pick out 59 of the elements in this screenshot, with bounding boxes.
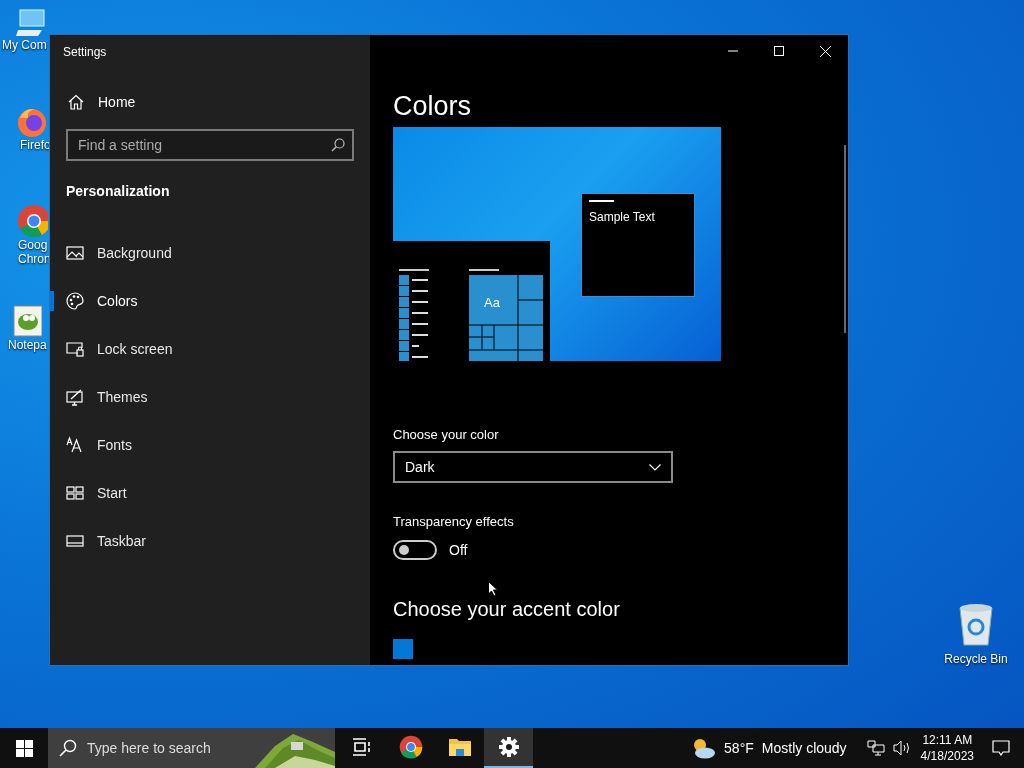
home-icon xyxy=(68,94,84,110)
search-icon xyxy=(331,138,345,152)
toggle-switch[interactable] xyxy=(393,540,437,560)
icon-label: Goog xyxy=(18,238,48,252)
time: 12:11 AM xyxy=(922,732,973,748)
icon-label: Recycle Bin xyxy=(944,652,1008,666)
scrollbar[interactable] xyxy=(844,145,846,333)
notepad-icon xyxy=(10,304,42,338)
nav-item[interactable]: Taskbar xyxy=(50,517,354,565)
cursor-icon xyxy=(488,581,498,597)
search-icon xyxy=(59,739,77,757)
nav-item[interactable]: Lock screen xyxy=(50,325,354,373)
field-label: Choose your color xyxy=(393,427,500,442)
picture-icon xyxy=(66,244,84,262)
taskbar-icon xyxy=(66,532,84,550)
nav-item[interactable]: Themes xyxy=(50,373,354,421)
palette-icon xyxy=(66,292,84,310)
icon-label: My Com xyxy=(2,38,47,52)
date: 4/18/2023 xyxy=(920,748,974,764)
home-link[interactable]: Home xyxy=(68,94,136,110)
section-heading: Choose your accent color xyxy=(393,598,621,621)
taskbar-search-field[interactable]: Type here to search xyxy=(48,728,255,768)
window-title: Settings xyxy=(63,45,108,61)
chrome-icon xyxy=(398,735,423,759)
computer-icon xyxy=(16,8,46,38)
themes-icon xyxy=(66,388,84,406)
chevron-icon xyxy=(649,463,661,471)
settings-icon xyxy=(498,737,519,757)
task-view-icon xyxy=(351,738,372,756)
page-title: Colors xyxy=(393,90,473,123)
nav-item[interactable]: Background xyxy=(50,229,354,277)
nav-item[interactable]: Fonts xyxy=(50,421,354,469)
fonts-icon xyxy=(66,436,84,454)
start-icon xyxy=(66,484,84,502)
search-field[interactable]: Find a setting xyxy=(66,129,354,161)
sample-text: Sample Text xyxy=(589,210,656,224)
recycle-bin-icon[interactable] xyxy=(957,602,995,646)
checkbox[interactable] xyxy=(393,639,413,659)
icon-label: Chron xyxy=(18,252,51,266)
nav-item[interactable]: Colors xyxy=(50,277,354,325)
notification-icon[interactable] xyxy=(992,740,1010,756)
weather-condition: Mostly cloudy xyxy=(761,740,847,756)
maximize-icon[interactable] xyxy=(774,46,784,56)
taskbar-app-button[interactable] xyxy=(484,728,533,768)
icon-label: Notepa xyxy=(8,338,47,352)
field-label: Transparency effects xyxy=(393,514,515,529)
nav-item[interactable]: Start xyxy=(50,469,354,517)
section-heading: Personalization xyxy=(66,183,171,199)
windows-icon xyxy=(15,739,33,757)
clock[interactable]: 12:11 AM 4/18/2023 xyxy=(920,732,974,764)
volume-icon[interactable] xyxy=(892,740,911,756)
close-icon[interactable] xyxy=(819,45,831,57)
network-icon[interactable] xyxy=(866,740,885,756)
folder-icon xyxy=(447,737,472,757)
toggle-state: Off xyxy=(449,542,468,558)
tile-text: Aa xyxy=(484,295,500,310)
lock-screen-icon xyxy=(66,340,84,358)
color-dropdown[interactable]: Dark xyxy=(393,451,673,483)
temperature: 58°F xyxy=(724,740,754,756)
